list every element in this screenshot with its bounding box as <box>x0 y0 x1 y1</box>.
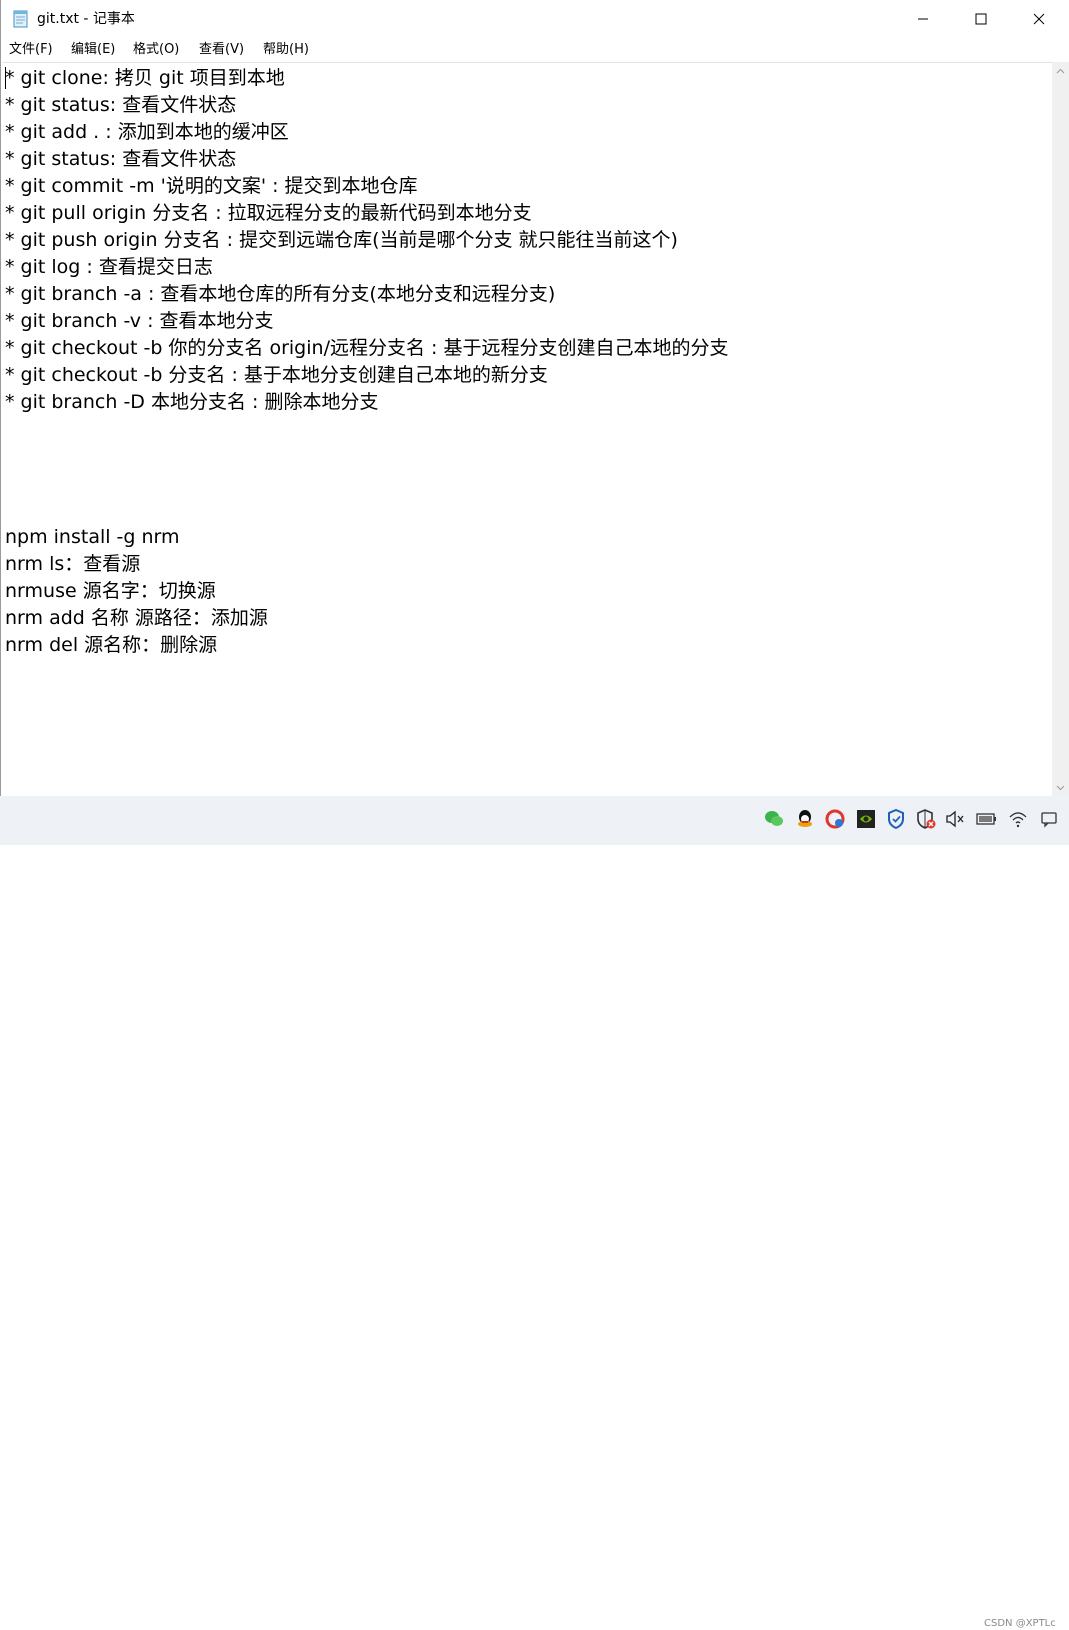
wechat-icon[interactable] <box>763 808 785 830</box>
text-line: * git branch -a : 查看本地仓库的所有分支(本地分支和远程分支) <box>5 283 556 305</box>
text-line <box>5 443 728 470</box>
wifi-icon[interactable] <box>1007 808 1029 830</box>
minimize-button[interactable] <box>894 0 952 38</box>
maximize-icon <box>975 10 987 29</box>
text-editor[interactable]: * git clone: 拷贝 git 项目到本地 * git status: 查… <box>2 62 1052 797</box>
text-line <box>5 497 728 524</box>
defender-shield-icon[interactable] <box>885 808 907 830</box>
menu-format[interactable]: 格式(O) <box>133 41 179 59</box>
text-line: * git branch -D 本地分支名 : 删除本地分支 <box>5 391 379 413</box>
vertical-scrollbar[interactable] <box>1052 62 1069 796</box>
text-line: * git add . : 添加到本地的缓冲区 <box>5 121 289 143</box>
menu-file[interactable]: 文件(F) <box>9 41 53 59</box>
maximize-button[interactable] <box>952 0 1010 38</box>
notepad-icon <box>11 9 31 29</box>
taskbar: CSDN @XPTLc <box>0 796 1069 1629</box>
text-caret <box>5 67 6 89</box>
text-line <box>5 470 728 497</box>
text-line: * git checkout -b 分支名 : 基于本地分支创建自己本地的新分支 <box>5 364 548 386</box>
minimize-icon <box>917 10 929 29</box>
text-line <box>5 416 728 443</box>
menu-bar: 文件(F) 编辑(E) 格式(O) 查看(V) 帮助(H) <box>1 38 1069 62</box>
text-line: * git commit -m '说明的文案' : 提交到本地仓库 <box>5 175 418 197</box>
text-line: * git status: 查看文件状态 <box>5 148 237 170</box>
text-line: nrm add 名称 源路径：添加源 <box>5 607 268 629</box>
scroll-down-arrow-icon[interactable] <box>1052 779 1069 796</box>
nvidia-icon[interactable] <box>855 808 877 830</box>
text-line: * git branch -v : 查看本地分支 <box>5 310 274 332</box>
menu-edit[interactable]: 编辑(E) <box>71 41 115 59</box>
text-line: * git checkout -b 你的分支名 origin/远程分支名 : 基… <box>5 337 729 359</box>
text-line: npm install -g nrm <box>5 526 180 548</box>
security-alert-icon[interactable] <box>915 808 937 830</box>
text-line: nrm del 源名称：删除源 <box>5 634 218 656</box>
text-content: * git clone: 拷贝 git 项目到本地 * git status: 查… <box>5 65 728 659</box>
battery-icon[interactable] <box>976 808 998 830</box>
close-button[interactable] <box>1010 0 1068 38</box>
text-line: * git push origin 分支名 : 提交到远端仓库(当前是哪个分支 … <box>5 229 678 251</box>
qq-icon[interactable] <box>794 808 816 830</box>
speaker-muted-icon[interactable] <box>944 808 966 830</box>
text-line: * git pull origin 分支名 : 拉取远程分支的最新代码到本地分支 <box>5 202 532 224</box>
text-line: nrm ls：查看源 <box>5 553 141 575</box>
text-line: * git clone: 拷贝 git 项目到本地 <box>5 67 285 89</box>
notepad-window: git.txt - 记事本 文件(F) 编辑(E) 格式(O) 查看(V) 帮助… <box>0 0 1069 797</box>
menu-view[interactable]: 查看(V) <box>199 41 244 59</box>
scroll-up-arrow-icon[interactable] <box>1052 62 1069 79</box>
title-bar[interactable]: git.txt - 记事本 <box>1 0 1069 38</box>
text-line: nrmuse 源名字：切换源 <box>5 580 216 602</box>
text-line: * git log : 查看提交日志 <box>5 256 213 278</box>
menu-help[interactable]: 帮助(H) <box>263 41 309 59</box>
text-line: * git status: 查看文件状态 <box>5 94 237 116</box>
security-app-icon[interactable] <box>824 808 846 830</box>
notification-icon[interactable] <box>1038 808 1060 830</box>
watermark-text: CSDN @XPTLc <box>984 1618 1056 1629</box>
window-title: git.txt - 记事本 <box>37 11 135 27</box>
close-icon <box>1033 10 1045 29</box>
